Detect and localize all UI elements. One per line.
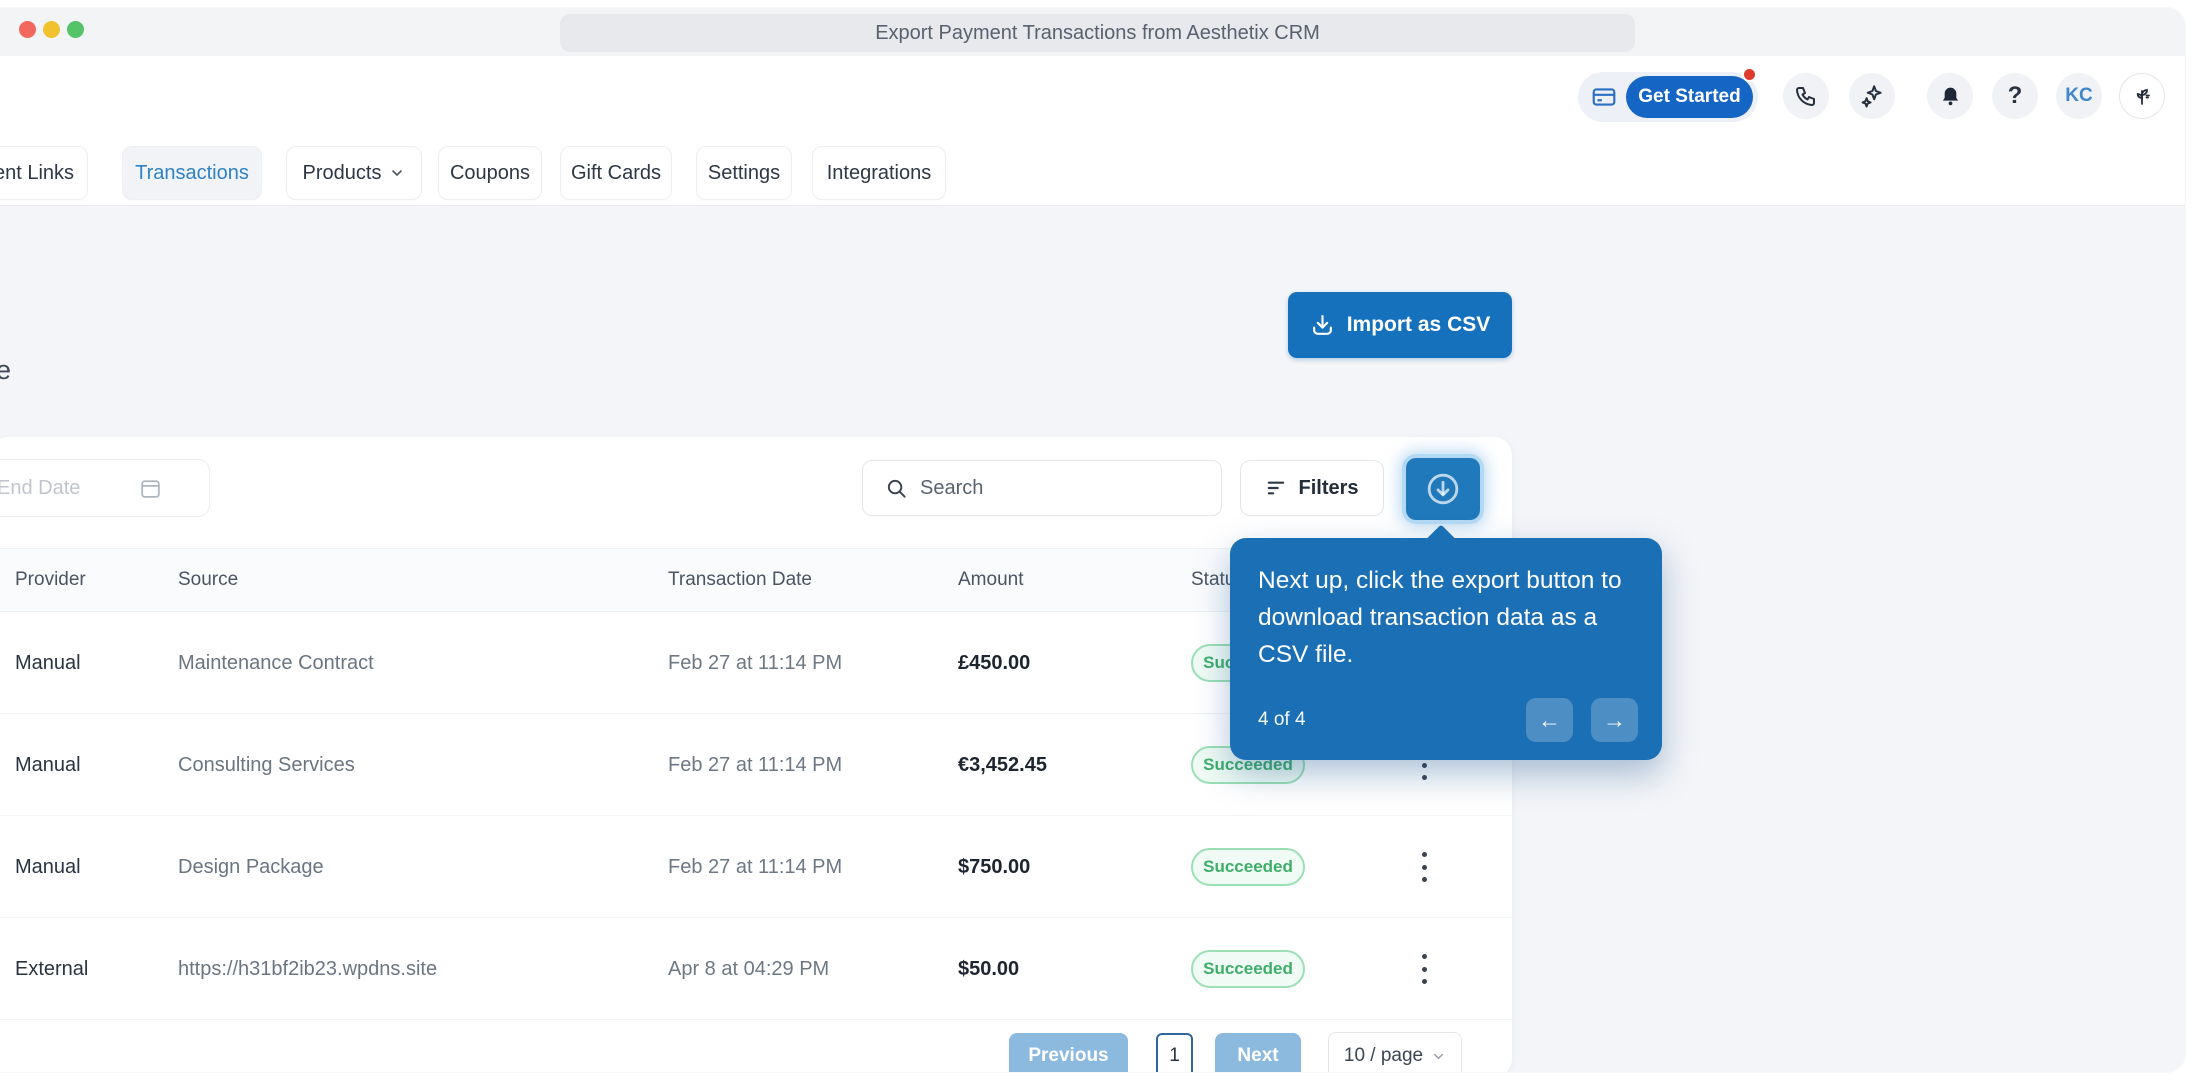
end-date-input[interactable]: End Date [0,459,210,517]
tab-label: Coupons [449,161,531,184]
cell-provider: Manual [15,754,81,776]
phone-button[interactable] [1783,73,1829,119]
app-header: Get Started ? KC [0,56,2185,140]
cell-source: Consulting Services [178,754,355,776]
page-size-label: 10 / page [1343,1045,1424,1066]
status-badge: Succeeded [1191,950,1305,988]
status-badge: Succeeded [1191,848,1305,886]
cell-provider: External [15,958,89,980]
cell-transaction-date: Apr 8 at 04:29 PM [668,958,830,980]
tab-gift-cards[interactable]: Gift Cards [560,146,672,200]
filter-lines-icon [1268,481,1285,495]
tab-label: Integrations [826,161,932,184]
export-csv-button[interactable] [1406,458,1480,520]
column-header-source: Source [178,569,239,590]
bell-icon [1942,87,1958,105]
tab-payment-links[interactable]: ent Links [0,146,88,200]
previous-page-button[interactable]: Previous [1009,1033,1128,1072]
workspace-avatar[interactable] [2119,73,2165,119]
filters-button[interactable]: Filters [1240,460,1384,516]
screen: Export Payment Transactions from Aesthet… [0,0,2192,1080]
import-csv-button[interactable]: Import as CSV [1288,292,1512,358]
column-header-amount: Amount [958,569,1024,590]
question-mark-icon: ? [2007,82,2023,109]
phone-icon [1796,87,1815,106]
tour-next-button[interactable]: → [1591,698,1638,742]
cell-transaction-date: Feb 27 at 11:14 PM [668,754,843,776]
arrow-right-icon: → [1603,706,1626,733]
notifications-button[interactable] [1927,73,1973,119]
credit-card-icon[interactable] [1591,84,1617,110]
cell-amount: $750.00 [958,856,1031,878]
filters-label: Filters [1298,476,1359,499]
page-number-button[interactable]: 1 [1156,1033,1193,1072]
tour-tooltip: Next up, click the export button to down… [1230,524,1662,760]
cell-source: https://h31bf2ib23.wpdns.site [178,958,438,980]
tab-transactions[interactable]: Transactions [122,146,262,200]
tab-label: Transactions [135,161,249,184]
column-header-provider: Provider [15,569,86,590]
cell-provider: Manual [15,856,81,878]
table-row: Manual Design Package Feb 27 at 11:14 PM… [0,816,1512,918]
zoom-window-icon[interactable] [67,21,84,38]
tab-coupons[interactable]: Coupons [438,146,542,200]
page-size-select[interactable]: 10 / page [1328,1032,1462,1072]
tab-label: Products [302,161,382,184]
cell-provider: Manual [15,652,81,674]
get-started-group: Get Started [1578,67,1758,122]
sparkles-icon [1861,85,1882,108]
user-avatar[interactable]: KC [2056,73,2102,119]
column-header-transaction-date: Transaction Date [668,569,812,590]
next-page-button[interactable]: Next [1215,1033,1301,1072]
cell-amount: €3,452.45 [958,754,1047,776]
avatar-initials: KC [2065,85,2093,106]
cell-source: Maintenance Contract [178,652,374,674]
search-box [862,460,1222,516]
titlebar: Export Payment Transactions from Aesthet… [0,8,2185,56]
calendar-icon[interactable] [138,476,163,506]
search-input[interactable] [920,476,1170,500]
tab-integrations[interactable]: Integrations [812,146,946,200]
tab-label: Settings [707,161,781,184]
arrow-left-icon: ← [1538,706,1561,733]
circle-download-icon [1427,473,1459,505]
end-date-placeholder: End Date [0,477,81,499]
tour-tooltip-footer: 4 of 4 ← → [1258,698,1638,742]
tour-tooltip-text: Next up, click the export button to down… [1258,567,1622,668]
get-started-button[interactable]: Get Started [1626,76,1753,118]
tab-label: Gift Cards [570,161,662,184]
search-icon [887,479,906,498]
ai-assist-button[interactable] [1849,73,1895,119]
cell-source: Design Package [178,856,324,878]
window-title: Export Payment Transactions from Aesthet… [560,14,1635,52]
cell-amount: £450.00 [958,652,1031,674]
chevron-down-icon [392,170,403,177]
download-tray-icon [1312,314,1332,335]
main-nav: ent Links Transactions Products Coupons … [0,140,2185,206]
cell-transaction-date: Feb 27 at 11:14 PM [668,856,843,878]
help-button[interactable]: ? [1992,73,2038,119]
close-window-icon[interactable] [19,21,36,38]
tab-settings[interactable]: Settings [696,146,792,200]
page-heading-partial: e [0,355,12,385]
tab-products[interactable]: Products [286,146,422,200]
cell-amount: $50.00 [958,958,1020,980]
tour-back-button[interactable]: ← [1526,698,1573,742]
tour-step-counter: 4 of 4 [1258,709,1306,730]
table-row: External https://h31bf2ib23.wpdns.site A… [0,918,1512,1020]
workspace-logo-icon [2136,89,2150,105]
tab-label: ent Links [0,161,75,184]
app-window: Export Payment Transactions from Aesthet… [0,8,2185,1072]
cell-transaction-date: Feb 27 at 11:14 PM [668,652,843,674]
minimize-window-icon[interactable] [43,21,60,38]
import-csv-label: Import as CSV [1346,313,1491,336]
notification-dot [1742,67,1757,82]
chevron-down-icon [1434,1053,1444,1059]
row-actions-kebab-icon[interactable] [1414,954,1434,984]
row-actions-kebab-icon[interactable] [1414,852,1434,882]
